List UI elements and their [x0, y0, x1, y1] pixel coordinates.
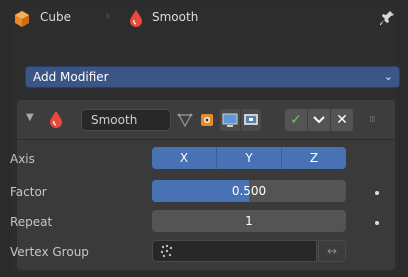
smooth-modifier-icon — [129, 9, 143, 30]
add-modifier-dropdown[interactable]: Add Modifier ⌄ — [25, 66, 400, 88]
close-icon[interactable]: ✕ — [331, 109, 353, 131]
breadcrumb-separator-icon: › — [105, 9, 111, 24]
smooth-modifier-icon — [49, 110, 63, 131]
breadcrumb-object-label: Cube — [40, 10, 71, 24]
collapse-arrow-icon[interactable]: ▼ — [26, 112, 34, 123]
vertex-group-field[interactable] — [152, 240, 317, 262]
chevron-down-icon: ⌄ — [383, 70, 393, 83]
modifier-panel-header: ▼ Smooth ✓ ✕ ⁞⁞⁞ — [17, 100, 395, 140]
apply-checkmark-icon[interactable]: ✓ — [285, 109, 307, 131]
axis-toggle-group: X Y Z — [152, 147, 346, 169]
factor-value: 0.500 — [231, 184, 267, 198]
pin-icon[interactable] — [380, 9, 396, 30]
vertex-group-label: Vertex Group — [10, 245, 89, 259]
repeat-field[interactable]: 1 — [152, 210, 346, 232]
breadcrumb-modifier-label: Smooth — [152, 10, 199, 24]
chevron-down-icon[interactable] — [308, 109, 330, 131]
axis-z-button[interactable]: Z — [282, 147, 346, 169]
axis-label: Axis — [10, 152, 35, 166]
viewport-icon[interactable] — [220, 109, 240, 131]
axis-x-button[interactable]: X — [152, 147, 217, 169]
cube-icon — [14, 10, 30, 31]
vertex-group-icon — [160, 244, 174, 261]
invert-arrows-icon[interactable]: ↔ — [318, 240, 346, 262]
render-icon[interactable] — [241, 109, 261, 131]
factor-keyframe-dot-icon[interactable] — [375, 191, 379, 195]
add-modifier-label: Add Modifier — [33, 70, 109, 84]
repeat-keyframe-dot-icon[interactable] — [375, 221, 379, 225]
edit-mode-icon[interactable] — [175, 109, 195, 131]
drag-handle-icon[interactable]: ⁞⁞⁞ — [369, 115, 376, 125]
axis-y-button[interactable]: Y — [217, 147, 282, 169]
factor-slider[interactable]: 0.500 — [152, 180, 346, 202]
modifier-name-field[interactable]: Smooth — [81, 109, 171, 131]
on-cage-icon[interactable] — [197, 109, 217, 131]
repeat-label: Repeat — [10, 215, 53, 229]
factor-label: Factor — [10, 185, 47, 199]
